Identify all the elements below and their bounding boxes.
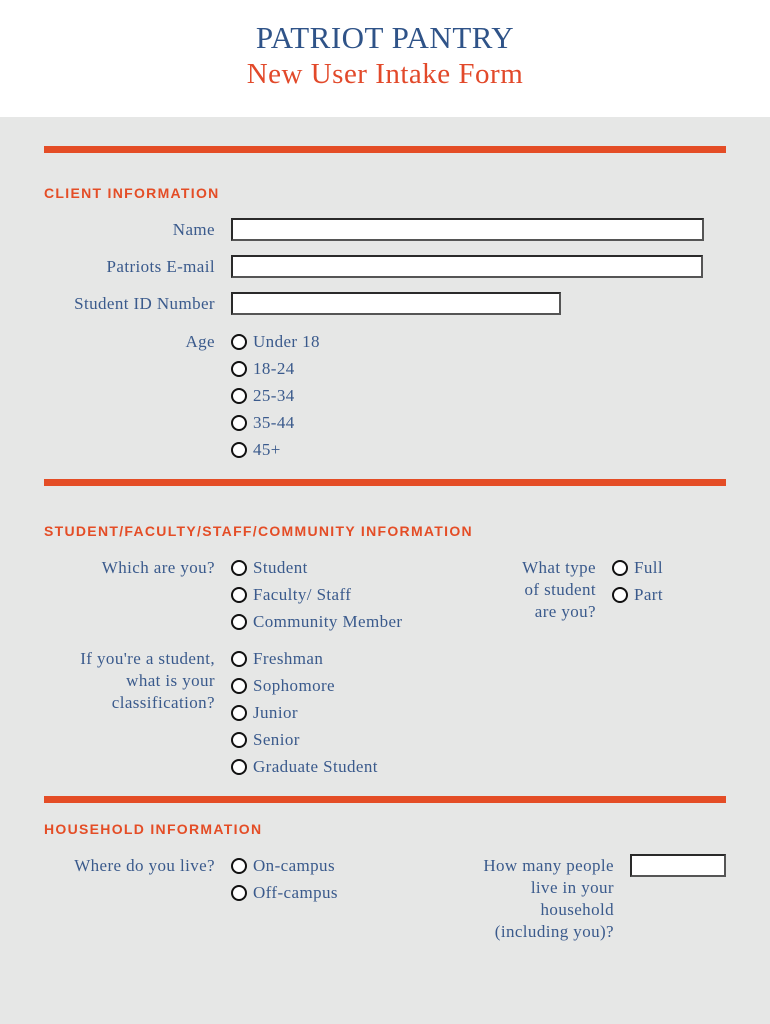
type-option-part[interactable]: Part [612,584,663,606]
option-label: 18-24 [253,359,295,378]
radio-icon[interactable] [231,560,247,576]
radio-icon[interactable] [231,759,247,775]
label-line: live in your [530,878,614,897]
radio-icon[interactable] [231,885,247,901]
label-line: What type [522,558,596,577]
option-label: On-campus [253,856,335,875]
label-line: (including you)? [494,922,614,941]
student-type-label: What type of student are you? [522,557,596,623]
label-line: of student [524,580,596,599]
email-label: Patriots E-mail [106,257,215,276]
age-option-25-34[interactable]: 25-34 [231,385,295,407]
option-label: Junior [253,703,298,722]
classification-label: If you're a student, what is your classi… [80,648,215,714]
student-id-input[interactable] [231,292,561,315]
radio-icon[interactable] [231,587,247,603]
class-option-freshman[interactable]: Freshman [231,648,323,670]
radio-icon[interactable] [231,678,247,694]
which-option-faculty-staff[interactable]: Faculty/ Staff [231,584,351,606]
age-option-18-24[interactable]: 18-24 [231,358,295,380]
option-label: 45+ [253,440,281,459]
label-line: classification? [111,693,215,712]
option-label: Full [634,558,664,577]
label-line: what is your [126,671,215,690]
radio-icon[interactable] [231,442,247,458]
radio-icon[interactable] [231,415,247,431]
label-line: are you? [534,602,596,621]
option-label: 35-44 [253,413,295,432]
which-option-student[interactable]: Student [231,557,308,579]
email-input[interactable] [231,255,703,278]
type-option-full[interactable]: Full [612,557,663,579]
label-line: How many people [483,856,614,875]
which-option-community[interactable]: Community Member [231,611,402,633]
option-label: Under 18 [253,332,320,351]
student-id-label: Student ID Number [74,294,215,313]
radio-icon[interactable] [231,651,247,667]
option-label: Community Member [253,612,403,631]
section-divider [44,479,726,486]
option-label: Part [634,585,663,604]
radio-icon[interactable] [231,858,247,874]
page-title: PATRIOT PANTRY [255,20,515,55]
option-label: 25-34 [253,386,295,405]
radio-icon[interactable] [612,560,628,576]
radio-icon[interactable] [231,334,247,350]
radio-icon[interactable] [612,587,628,603]
option-label: Sophomore [253,676,335,695]
affiliation-section-heading: STUDENT/FACULTY/STAFF/COMMUNITY INFORMAT… [44,523,473,539]
which-label: Which are you? [101,558,215,577]
option-label: Graduate Student [253,757,378,776]
option-label: Senior [253,730,300,749]
live-option-off-campus[interactable]: Off-campus [231,882,338,904]
radio-icon[interactable] [231,361,247,377]
name-input[interactable] [231,218,704,241]
page-subtitle: New User Intake Form [246,58,524,90]
name-label: Name [172,220,215,239]
section-divider [44,146,726,153]
radio-icon[interactable] [231,732,247,748]
option-label: Faculty/ Staff [253,585,352,604]
form-header: PATRIOT PANTRY New User Intake Form [0,0,770,117]
household-section-heading: HOUSEHOLD INFORMATION [44,821,263,837]
class-option-sophomore[interactable]: Sophomore [231,675,335,697]
live-option-on-campus[interactable]: On-campus [231,855,335,877]
option-label: Off-campus [253,883,338,902]
client-section-heading: CLIENT INFORMATION [44,185,220,201]
radio-icon[interactable] [231,614,247,630]
class-option-graduate[interactable]: Graduate Student [231,756,378,778]
age-label: Age [185,332,215,351]
age-option-45-plus[interactable]: 45+ [231,439,281,461]
household-count-input[interactable] [630,854,726,877]
radio-icon[interactable] [231,705,247,721]
option-label: Freshman [253,649,324,668]
radio-icon[interactable] [231,388,247,404]
live-label: Where do you live? [74,856,215,875]
label-line: household [540,900,614,919]
class-option-senior[interactable]: Senior [231,729,300,751]
age-option-35-44[interactable]: 35-44 [231,412,295,434]
option-label: Student [253,558,308,577]
household-count-label: How many people live in your household (… [483,855,614,943]
age-option-under-18[interactable]: Under 18 [231,331,320,353]
label-line: If you're a student, [80,649,215,668]
section-divider [44,796,726,803]
class-option-junior[interactable]: Junior [231,702,298,724]
